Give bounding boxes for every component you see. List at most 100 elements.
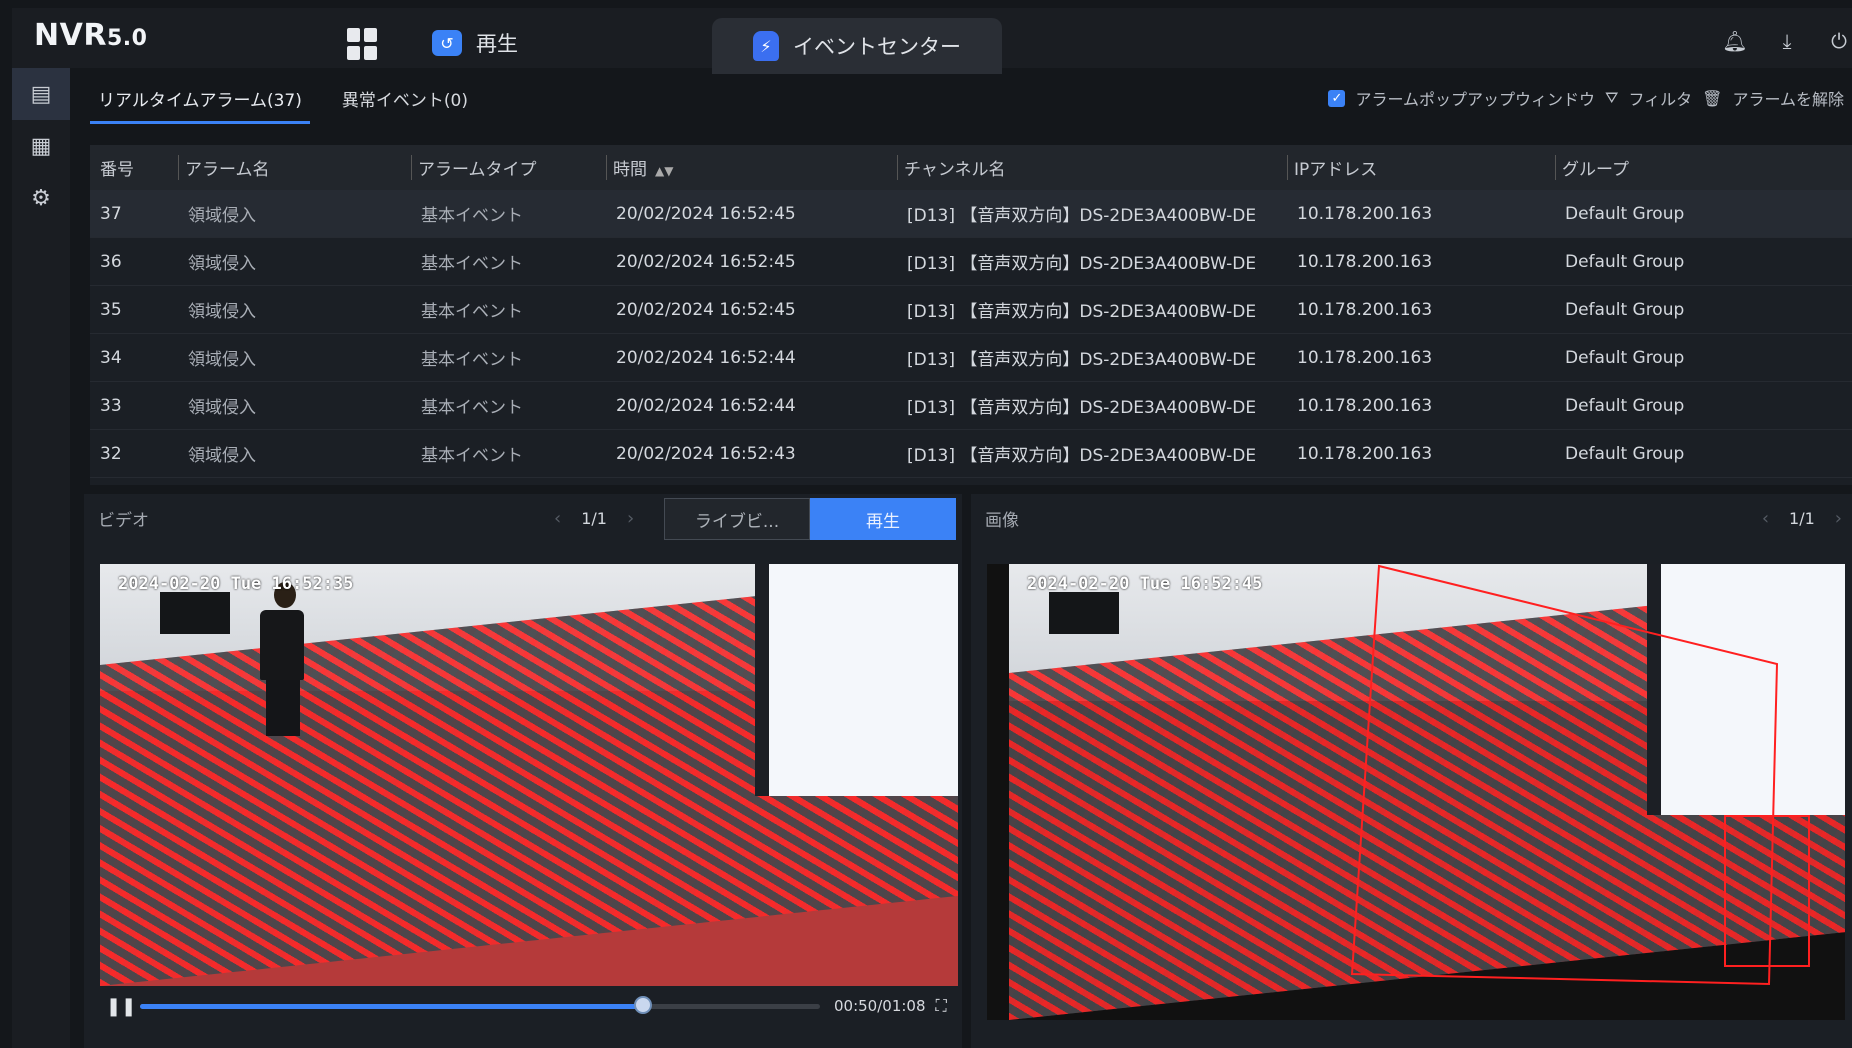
cell-time: 20/02/2024 16:52:45 <box>616 203 796 224</box>
col-time[interactable]: 時間 ▲▼ <box>606 155 897 180</box>
video-panel-header: ビデオ ‹ 1/1 › ライブビ... 再生 <box>84 494 962 542</box>
cell-alarm-name: 領域侵入 <box>188 302 256 322</box>
image-page: 1/1 <box>1789 508 1815 528</box>
col-number: 番号 <box>100 160 134 180</box>
table-row[interactable]: 33 領域侵入 基本イベント 20/02/2024 16:52:44 [D13] 【音声… <box>90 382 1852 430</box>
realtime-alarm-icon[interactable]: ▤ <box>12 68 70 120</box>
pause-icon[interactable]: ❚❚ <box>106 996 136 1017</box>
cell-channel: [D13] 【音声双方向】DS-2DE3A400BW-DE <box>907 206 1257 226</box>
cell-channel: [D13] 【音声双方向】DS-2DE3A400BW-DE <box>907 446 1257 466</box>
event-search-icon[interactable]: ▦ <box>12 120 70 172</box>
trash-icon[interactable]: 🗑︎ <box>1702 89 1722 108</box>
cell-ip: 10.178.200.163 <box>1297 395 1433 416</box>
progress-slider[interactable] <box>140 995 820 1014</box>
filter-icon[interactable]: ⛛ <box>1605 88 1618 108</box>
cell-ip: 10.178.200.163 <box>1297 347 1433 368</box>
top-bar: NVR5.0 ↺ 再生 ⚡ イベントセンター 🔔︎ ⤓ ⏻ <box>12 8 1852 74</box>
tab-event-center[interactable]: ⚡ イベントセンター <box>712 18 1002 74</box>
settings-gear-icon[interactable]: ⚙ <box>12 172 70 224</box>
bell-icon[interactable]: 🔔︎ <box>1722 28 1748 54</box>
chevron-right-icon[interactable]: › <box>627 508 634 529</box>
left-rail: ▤ ▦ ⚙ <box>12 68 70 1048</box>
cell-ip: 10.178.200.163 <box>1297 251 1433 272</box>
col-group: グループ <box>1555 155 1852 180</box>
col-alarm-name: アラーム名 <box>178 155 411 180</box>
popup-checkbox[interactable]: ✓ <box>1328 89 1346 107</box>
cell-number: 35 <box>100 299 122 320</box>
cell-number: 37 <box>100 203 122 224</box>
cell-number: 36 <box>100 251 122 272</box>
grid-menu-icon[interactable] <box>347 28 379 60</box>
cell-alarm-type: 基本イベント <box>421 350 523 370</box>
video-mode-toggle: ライブビ... 再生 <box>664 498 956 540</box>
power-icon[interactable]: ⏻ <box>1826 28 1852 54</box>
cell-alarm-name: 領域侵入 <box>188 398 256 418</box>
chevron-right-icon[interactable]: › <box>1835 508 1842 529</box>
chevron-left-icon[interactable]: ‹ <box>554 508 561 529</box>
playback-button[interactable]: 再生 <box>810 498 956 540</box>
video-title: ビデオ <box>98 510 149 531</box>
table-row[interactable]: 36 領域侵入 基本イベント 20/02/2024 16:52:45 [D13] 【音声… <box>90 238 1852 286</box>
intrusion-zone <box>1350 564 1779 986</box>
tab-realtime-alarm[interactable]: リアルタイムアラーム(37) <box>90 80 310 124</box>
cell-time: 20/02/2024 16:52:43 <box>616 443 796 464</box>
cell-alarm-type: 基本イベント <box>421 254 523 274</box>
cell-group: Default Group <box>1565 299 1685 320</box>
cell-alarm-type: 基本イベント <box>421 302 523 322</box>
alarm-toolbar: ✓ アラームポップアップウィンドウ ⛛ フィルタ 🗑︎ アラームを解除 <box>1328 86 1844 110</box>
col-channel: チャンネル名 <box>897 155 1287 180</box>
tab-play-label: 再生 <box>476 32 518 56</box>
image-panel-header: 画像 ‹ 1/1 › <box>971 494 1852 542</box>
live-view-button[interactable]: ライブビ... <box>664 498 810 540</box>
cell-time: 20/02/2024 16:52:44 <box>616 395 796 416</box>
cell-group: Default Group <box>1565 347 1685 368</box>
table-row[interactable]: 35 領域侵入 基本イベント 20/02/2024 16:52:45 [D13] 【音声… <box>90 286 1852 334</box>
cell-time: 20/02/2024 16:52:45 <box>616 251 796 272</box>
cell-group: Default Group <box>1565 203 1685 224</box>
cell-alarm-name: 領域侵入 <box>188 350 256 370</box>
camera-scene <box>100 564 958 986</box>
table-row[interactable]: 34 領域侵入 基本イベント 20/02/2024 16:52:44 [D13] 【音声… <box>90 334 1852 382</box>
cell-alarm-name: 領域侵入 <box>188 446 256 466</box>
cell-number: 33 <box>100 395 122 416</box>
progress-fill <box>140 1003 644 1009</box>
logo-version: 5.0 <box>106 26 148 51</box>
logo-text: NVR <box>34 18 107 53</box>
sort-icon[interactable]: ▲▼ <box>655 164 673 178</box>
video-panel: ビデオ ‹ 1/1 › ライブビ... 再生 2024-02-20 Tue 16… <box>84 494 962 1048</box>
event-center-icon: ⚡ <box>753 31 779 61</box>
cell-time: 20/02/2024 16:52:44 <box>616 347 796 368</box>
target-box <box>1724 815 1810 967</box>
popup-label: アラームポップアップウィンドウ <box>1355 90 1596 109</box>
cell-channel: [D13] 【音声双方向】DS-2DE3A400BW-DE <box>907 350 1257 370</box>
playback-icon: ↺ <box>432 30 462 56</box>
video-controls: ❚❚ 00:50/01:08 ⛶ <box>100 986 958 1026</box>
cell-number: 32 <box>100 443 122 464</box>
clear-alarm-button[interactable]: アラームを解除 <box>1732 86 1844 110</box>
download-icon[interactable]: ⤓ <box>1774 28 1800 54</box>
table-row[interactable]: 32 領域侵入 基本イベント 20/02/2024 16:52:43 [D13] 【音声… <box>90 430 1852 478</box>
cell-number: 34 <box>100 347 122 368</box>
fullscreen-icon[interactable]: ⛶ <box>936 996 947 1016</box>
cell-alarm-type: 基本イベント <box>421 206 523 226</box>
image-panel: 画像 ‹ 1/1 › 2024-02-20 Tue 16:52:45 <box>971 494 1852 1048</box>
cell-alarm-type: 基本イベント <box>421 398 523 418</box>
filter-button[interactable]: フィルタ <box>1628 86 1692 110</box>
alarm-subtabs: リアルタイムアラーム(37) 異常イベント(0) <box>90 80 476 124</box>
progress-handle[interactable] <box>634 995 653 1014</box>
col-ip: IPアドレス <box>1287 155 1555 180</box>
cell-ip: 10.178.200.163 <box>1297 203 1433 224</box>
tab-abnormal-event[interactable]: 異常イベント(0) <box>334 80 476 124</box>
tab-play[interactable]: ↺ 再生 <box>432 20 518 66</box>
chevron-left-icon[interactable]: ‹ <box>1762 508 1769 529</box>
snapshot-image: 2024-02-20 Tue 16:52:45 <box>987 564 1845 1020</box>
intrusion-zone-overlay <box>1350 564 1810 986</box>
table-header: 番号 アラーム名 アラームタイプ 時間 ▲▼ チャンネル名 IPアドレス グループ <box>90 145 1852 190</box>
cell-channel: [D13] 【音声双方向】DS-2DE3A400BW-DE <box>907 302 1257 322</box>
cell-alarm-type: 基本イベント <box>421 446 523 466</box>
cell-channel: [D13] 【音声双方向】DS-2DE3A400BW-DE <box>907 398 1257 418</box>
timecode: 00:50/01:08 <box>834 997 926 1015</box>
video-player[interactable]: 2024-02-20 Tue 16:52:35 <box>100 564 958 986</box>
table-row[interactable]: 37 領域侵入 基本イベント 20/02/2024 16:52:45 [D13] 【音声… <box>90 190 1852 238</box>
cell-group: Default Group <box>1565 395 1685 416</box>
